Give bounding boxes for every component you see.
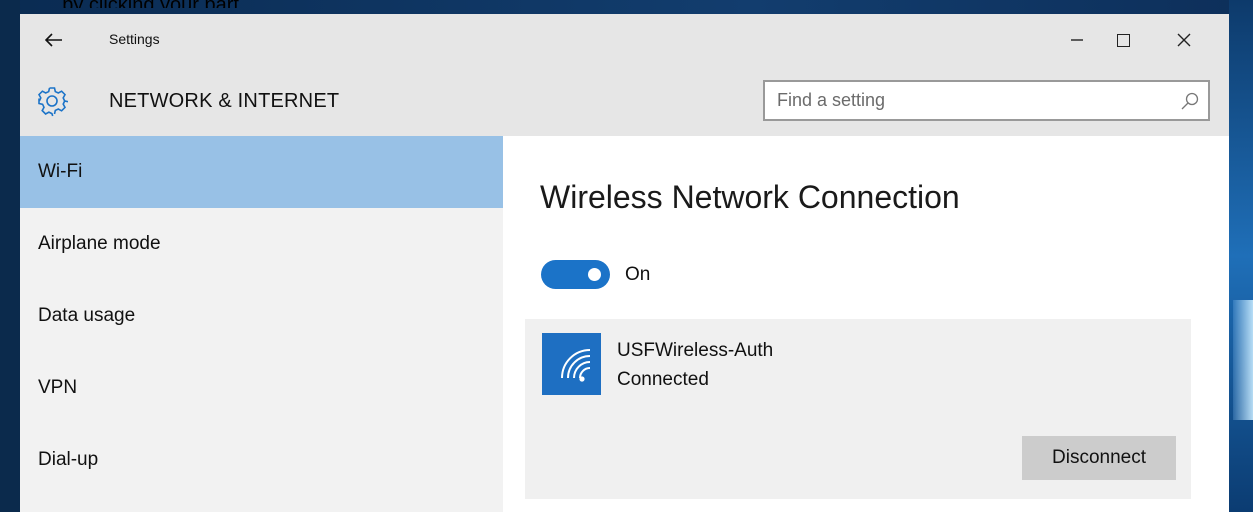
content-pane: Wireless Network Connection On USFWirele… — [503, 136, 1229, 512]
search-input[interactable] — [777, 82, 1167, 119]
network-list-item[interactable]: USFWireless-Auth Connected Disconnect — [525, 319, 1191, 499]
maximize-icon — [1116, 33, 1130, 47]
sidebar-item-wifi[interactable]: Wi-Fi — [20, 136, 503, 208]
page-title: Wireless Network Connection — [540, 179, 960, 215]
settings-header: NETWORK & INTERNET — [20, 69, 1229, 136]
sidebar-nav: Wi-Fi Airplane mode Data usage VPN Dial-… — [20, 136, 503, 512]
back-arrow-icon — [45, 33, 62, 47]
search-icon[interactable] — [1180, 91, 1200, 111]
close-icon — [1177, 33, 1191, 47]
title-bar: Settings — [20, 14, 1229, 69]
wifi-icon — [561, 349, 591, 382]
desktop-background-left — [0, 0, 20, 512]
settings-window: Settings NETWORK & INTERNET Find a setti… — [20, 14, 1229, 512]
wifi-toggle[interactable] — [541, 260, 610, 289]
desktop-caption: ... by clicking your part — [40, 0, 239, 8]
gear-icon — [38, 87, 68, 117]
sidebar-item-data-usage[interactable]: Data usage — [20, 280, 503, 352]
desktop-background-top: ... by clicking your part — [0, 0, 1253, 14]
sidebar-item-dial-up[interactable]: Dial-up — [20, 424, 503, 496]
toggle-state-label: On — [625, 264, 651, 285]
network-name: USFWireless-Auth — [617, 340, 774, 361]
sidebar-item-vpn[interactable]: VPN — [20, 352, 503, 424]
minimize-icon — [1071, 39, 1083, 41]
minimize-button[interactable] — [1054, 22, 1100, 58]
sidebar-item-airplane-mode[interactable]: Airplane mode — [20, 208, 503, 280]
network-status: Connected — [617, 369, 709, 390]
search-box[interactable] — [763, 80, 1210, 121]
section-title: NETWORK & INTERNET — [109, 90, 340, 112]
disconnect-button[interactable]: Disconnect — [1022, 436, 1176, 480]
toggle-knob — [588, 268, 601, 281]
desktop-background-right — [1229, 0, 1253, 512]
desktop-wallpaper-glow — [1233, 300, 1253, 420]
app-title: Settings — [109, 31, 160, 47]
close-button[interactable] — [1161, 22, 1207, 58]
maximize-button[interactable] — [1100, 22, 1146, 58]
back-button[interactable] — [38, 24, 70, 56]
network-icon-tile — [542, 333, 601, 395]
